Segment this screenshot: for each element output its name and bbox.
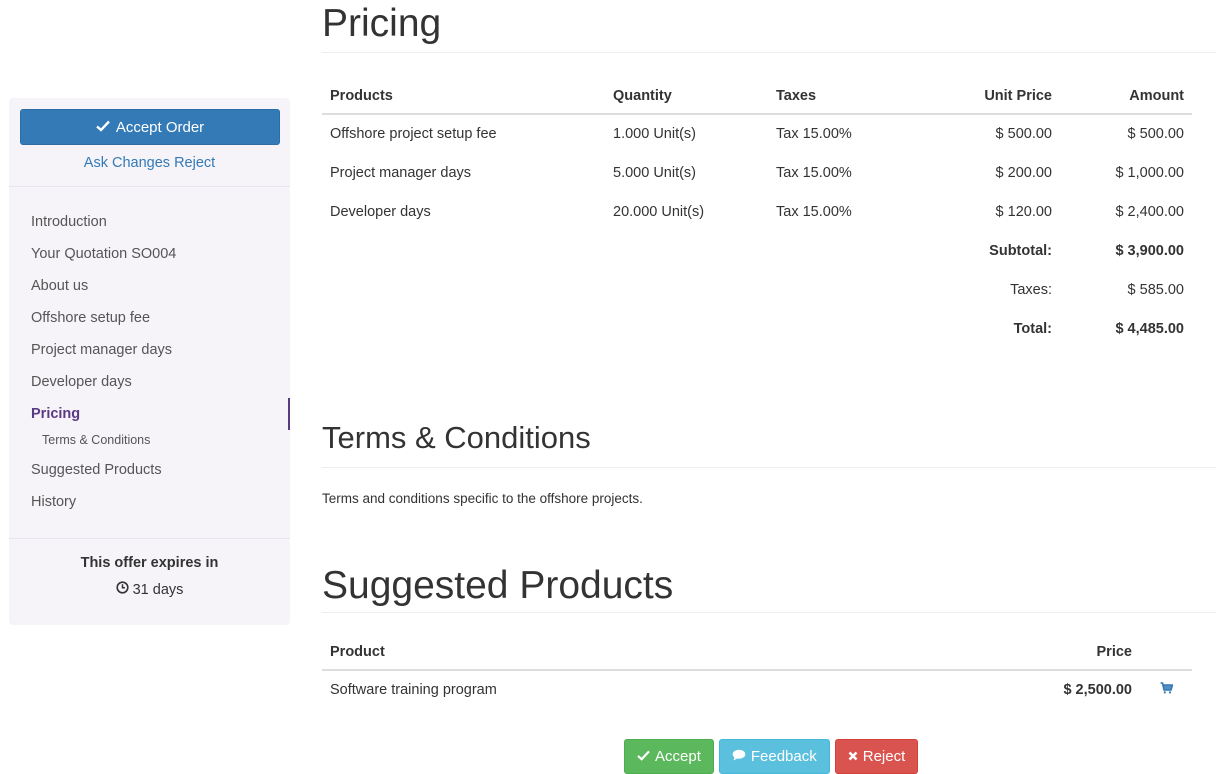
- sidebar-item-introduction[interactable]: Introduction: [9, 206, 290, 238]
- cell-unit-price: $ 120.00: [995, 203, 1052, 220]
- subtotal-row: Subtotal: $ 3,900.00: [322, 231, 1192, 270]
- sidebar-divider: [9, 538, 290, 539]
- quote-sidebar: Accept Order Ask Changes Reject Introduc…: [9, 98, 290, 625]
- reject-link[interactable]: Reject: [174, 155, 215, 171]
- cell-product: Offshore project setup fee: [330, 126, 497, 142]
- cell-amount: $ 2,400.00: [1115, 203, 1184, 220]
- cell-amount: $ 1,000.00: [1115, 164, 1184, 181]
- section-divider: [322, 52, 1216, 53]
- pricing-header: Pricing: [322, 0, 1216, 52]
- clock-icon: [115, 581, 129, 598]
- cell-product: Developer days: [330, 203, 431, 220]
- taxes-row: Taxes: $ 585.00: [322, 270, 1192, 309]
- cell-product: Software training program: [330, 682, 497, 698]
- terms-header: Terms & Conditions: [322, 420, 1216, 467]
- expires-value: 31 days: [132, 581, 184, 598]
- sidebar-item-developer-days[interactable]: Developer days: [9, 366, 290, 398]
- cart-icon[interactable]: [1160, 682, 1173, 694]
- expires-label: This offer expires in: [80, 555, 219, 571]
- col-header-taxes: Taxes: [768, 78, 938, 115]
- sidebar-item-project-manager-days[interactable]: Project manager days: [9, 334, 290, 366]
- section-divider: [322, 467, 1216, 468]
- section-divider: [322, 612, 1216, 613]
- suggested-header: Suggested Products: [322, 564, 1216, 612]
- ask-changes-link[interactable]: Ask Changes: [84, 155, 170, 171]
- col-header-unit-price: Unit Price: [938, 78, 1060, 115]
- scrollspy-indicator: [288, 398, 290, 430]
- col-header-amount: Amount: [1060, 78, 1192, 115]
- accept-button[interactable]: Accept: [624, 739, 714, 774]
- cell-taxes: Tax 15.00%: [776, 203, 852, 220]
- table-header-row: Products Quantity Taxes Unit Price Amoun…: [322, 78, 1192, 115]
- col-header-product: Product: [322, 634, 962, 671]
- reject-button[interactable]: Reject: [834, 739, 919, 774]
- pricing-table: Products Quantity Taxes Unit Price Amoun…: [322, 78, 1192, 348]
- cell-quantity: 5.000 Unit(s): [613, 164, 697, 181]
- cell-quantity: 1.000 Unit(s): [613, 126, 697, 142]
- feedback-label: Feedback: [750, 748, 817, 765]
- suggested-title: Suggested Products: [322, 564, 674, 607]
- sidebar-item-suggested-products[interactable]: Suggested Products: [9, 454, 290, 486]
- check-icon: [96, 119, 110, 136]
- cell-product: Project manager days: [330, 164, 472, 181]
- cell-amount: $ 500.00: [1127, 126, 1184, 142]
- total-label: Total:: [1013, 320, 1052, 337]
- taxes-label: Taxes:: [1010, 281, 1052, 298]
- table-header-row: Product Price: [322, 634, 1192, 671]
- total-value: $ 4,485.00: [1115, 320, 1184, 337]
- subtotal-value: $ 3,900.00: [1115, 242, 1184, 259]
- sidebar-item-pricing[interactable]: Pricing: [9, 398, 290, 430]
- action-buttons: Accept Feedback Reject: [624, 739, 919, 774]
- offer-expiry: This offer expires in 31 days: [9, 555, 290, 598]
- table-row: Developer days 20.000 Unit(s) Tax 15.00%…: [322, 192, 1192, 231]
- accept-label: Accept: [655, 748, 701, 765]
- sidebar-item-your-quotation[interactable]: Your Quotation SO004: [9, 238, 290, 270]
- cell-price: $ 2,500.00: [1063, 682, 1132, 698]
- cell-taxes: Tax 15.00%: [776, 164, 852, 181]
- main-content: Pricing Products Quantity Taxes Unit Pri…: [322, 0, 1216, 709]
- times-icon: [848, 748, 858, 765]
- ask-changes-links: Ask Changes Reject: [9, 155, 290, 171]
- subtotal-label: Subtotal:: [989, 242, 1052, 259]
- expires-days: 31 days: [9, 581, 290, 598]
- taxes-value: $ 585.00: [1127, 281, 1184, 298]
- table-row: Offshore project setup fee 1.000 Unit(s)…: [322, 114, 1192, 153]
- terms-title: Terms & Conditions: [322, 420, 591, 455]
- table-row: Software training program $ 2,500.00: [322, 670, 1192, 709]
- col-header-quantity: Quantity: [605, 78, 768, 115]
- reject-label: Reject: [862, 748, 906, 765]
- sidebar-nav: Introduction Your Quotation SO004 About …: [9, 206, 290, 518]
- cell-unit-price: $ 500.00: [995, 126, 1052, 142]
- total-row: Total: $ 4,485.00: [322, 309, 1192, 348]
- cell-taxes: Tax 15.00%: [776, 126, 852, 142]
- table-row: Project manager days 5.000 Unit(s) Tax 1…: [322, 153, 1192, 192]
- sidebar-divider: [9, 186, 290, 187]
- cell-quantity: 20.000 Unit(s): [613, 203, 705, 220]
- col-header-price: Price: [962, 634, 1140, 671]
- feedback-button[interactable]: Feedback: [718, 739, 830, 774]
- col-header-products: Products: [322, 78, 605, 115]
- sidebar-item-offshore-setup-fee[interactable]: Offshore setup fee: [9, 302, 290, 334]
- cell-unit-price: $ 200.00: [995, 164, 1052, 181]
- accept-order-label: Accept Order: [115, 118, 205, 136]
- pricing-title: Pricing: [322, 2, 442, 45]
- check-icon: [637, 748, 650, 765]
- sidebar-item-history[interactable]: History: [9, 486, 290, 518]
- comment-icon: [732, 748, 746, 765]
- terms-text: Terms and conditions specific to the off…: [322, 491, 643, 506]
- sidebar-item-about-us[interactable]: About us: [9, 270, 290, 302]
- accept-order-button[interactable]: Accept Order: [20, 109, 280, 145]
- suggested-products-table: Product Price Software training program …: [322, 634, 1192, 709]
- sidebar-subitem-terms-conditions[interactable]: Terms & Conditions: [9, 430, 290, 454]
